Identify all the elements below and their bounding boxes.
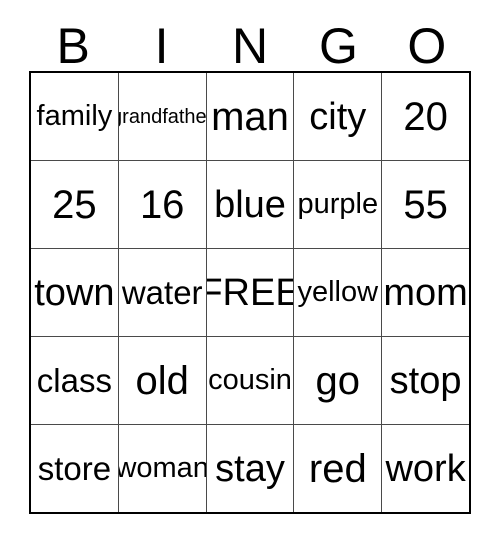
bingo-cell[interactable]: mom <box>382 249 469 336</box>
bingo-cell-label: man <box>211 94 289 139</box>
bingo-cell-label: cousin <box>208 364 292 396</box>
bingo-cell[interactable]: store <box>31 425 119 512</box>
bingo-cell[interactable]: cousin <box>206 337 295 424</box>
bingo-row: family grandfather man city 20 <box>31 73 469 161</box>
bingo-cell-label: purple <box>297 188 379 220</box>
bingo-cell-label: woman <box>118 452 207 484</box>
bingo-cell[interactable]: family <box>31 73 119 160</box>
bingo-header-letter-o: O <box>407 18 447 74</box>
bingo-header-row: B I N G O <box>29 17 471 71</box>
bingo-cell-label: yellow <box>297 276 379 308</box>
bingo-cell-label: 25 <box>52 182 97 227</box>
bingo-cell-label: class <box>36 362 112 399</box>
bingo-row: class old cousin go stop <box>31 337 469 425</box>
bingo-cell[interactable]: old <box>118 337 207 424</box>
bingo-cell-label: town <box>34 271 115 314</box>
bingo-row: 25 16 blue purple 55 <box>31 161 469 249</box>
bingo-cell[interactable]: go <box>294 337 383 424</box>
bingo-free-space-label: FREE <box>207 271 294 314</box>
bingo-cell-label: family <box>36 100 113 132</box>
bingo-cell[interactable]: 25 <box>31 161 119 248</box>
bingo-cell[interactable]: woman <box>118 425 207 512</box>
bingo-header-letter-n: N <box>231 18 269 74</box>
bingo-cell[interactable]: 16 <box>118 161 207 248</box>
bingo-cell[interactable]: 55 <box>382 161 469 248</box>
bingo-cell-label: red <box>308 446 367 491</box>
bingo-cell[interactable]: stay <box>206 425 295 512</box>
bingo-header-letter-g: G <box>318 18 358 74</box>
bingo-cell-label: mom <box>383 271 468 314</box>
bingo-cell-free[interactable]: FREE <box>206 249 295 336</box>
bingo-cell[interactable]: yellow <box>294 249 383 336</box>
bingo-cell-label: 16 <box>139 182 185 227</box>
bingo-row: town water FREE yellow mom <box>31 249 469 337</box>
bingo-cell-label: store <box>37 450 112 487</box>
bingo-cell-label: stay <box>215 447 285 490</box>
bingo-header-letter-b: B <box>56 18 90 74</box>
bingo-cell-label: old <box>135 358 189 403</box>
bingo-row: store woman stay red work <box>31 425 469 512</box>
bingo-cell[interactable]: stop <box>382 337 469 424</box>
bingo-cell[interactable]: grandfather <box>118 73 207 160</box>
bingo-cell[interactable]: town <box>31 249 119 336</box>
bingo-cell[interactable]: city <box>294 73 383 160</box>
bingo-cell-label: grandfather <box>119 105 207 128</box>
bingo-cell-label: go <box>315 358 361 403</box>
bingo-grid: family grandfather man city 20 25 16 blu… <box>29 71 471 514</box>
bingo-cell-label: stop <box>389 359 462 402</box>
bingo-cell[interactable]: blue <box>206 161 295 248</box>
bingo-cell[interactable]: red <box>294 425 383 512</box>
bingo-cell[interactable]: 20 <box>382 73 469 160</box>
bingo-cell-label: city <box>309 95 367 138</box>
bingo-cell[interactable]: purple <box>294 161 383 248</box>
bingo-cell[interactable]: work <box>382 425 469 512</box>
bingo-cell[interactable]: water <box>118 249 207 336</box>
bingo-cell[interactable]: class <box>31 337 119 424</box>
bingo-cell-label: 55 <box>403 182 448 227</box>
bingo-cell-label: 20 <box>403 94 448 139</box>
bingo-header-letter-i: I <box>154 18 169 74</box>
bingo-card: B I N G O family grandfather man city 20… <box>0 0 500 544</box>
bingo-cell[interactable]: man <box>206 73 295 160</box>
bingo-cell-label: work <box>385 447 466 490</box>
bingo-cell-label: blue <box>214 183 286 226</box>
bingo-cell-label: water <box>121 274 203 311</box>
